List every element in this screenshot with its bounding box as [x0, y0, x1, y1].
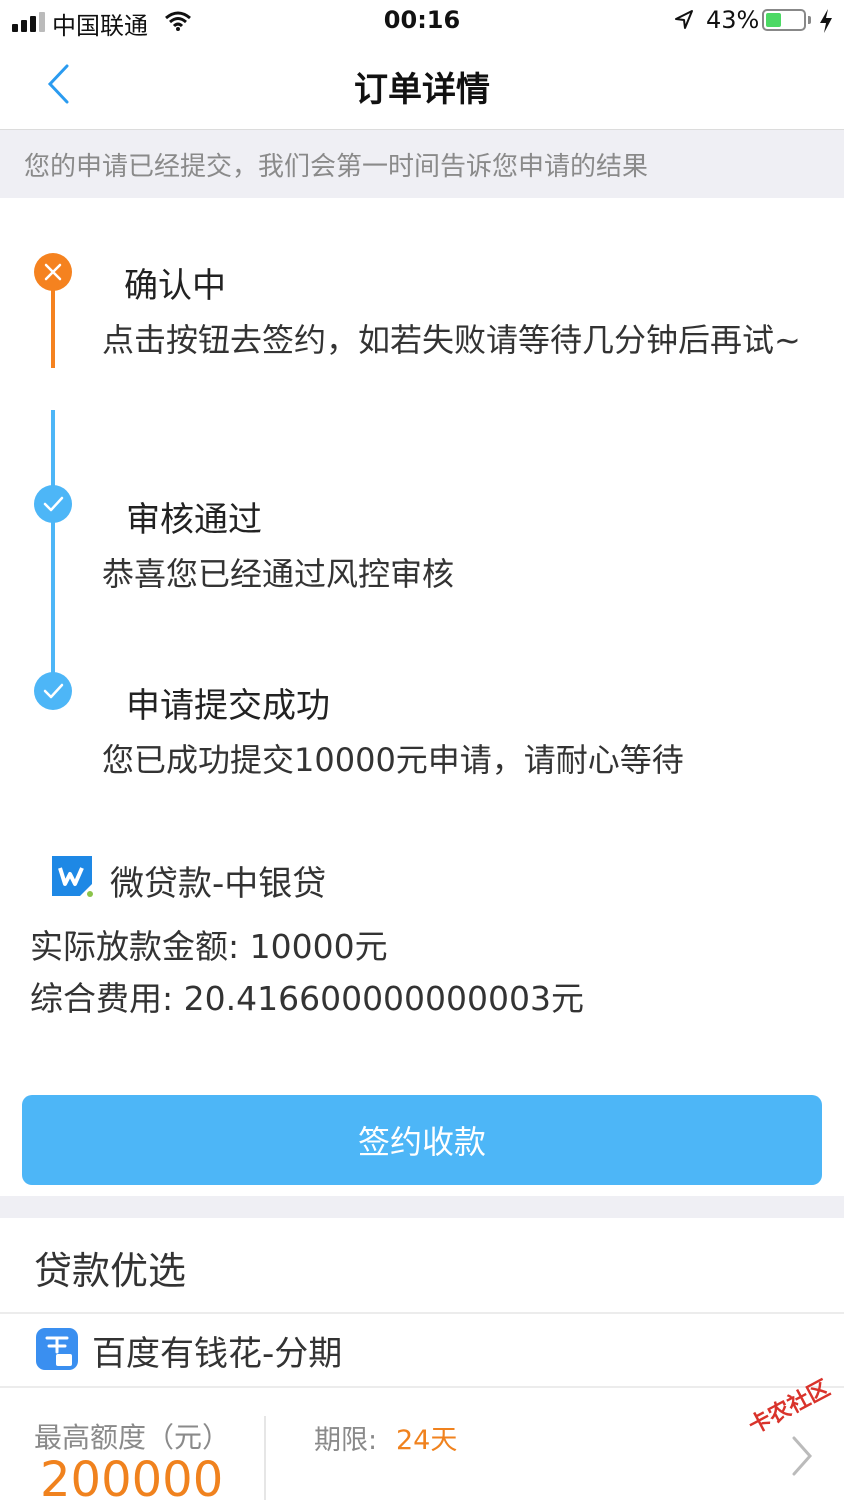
- term-label: 期限:: [314, 1425, 378, 1456]
- loan-name: 百度有钱花-分期: [92, 1334, 343, 1374]
- page-title: 订单详情: [354, 70, 490, 110]
- divider: [0, 1386, 844, 1388]
- location-arrow-icon: [675, 10, 693, 29]
- battery-cap: [808, 16, 811, 24]
- notice-text: 您的申请已经提交，我们会第一时间告诉您申请的结果: [24, 152, 649, 182]
- vertical-separator: [264, 1416, 266, 1500]
- step-desc: 点击按钮去签约，如若失败请等待几分钟后再试~: [102, 321, 801, 359]
- step-desc: 恭喜您已经通过风控审核: [102, 555, 455, 593]
- timeline-line-pending: [51, 290, 55, 368]
- step-status-pending-icon: [34, 253, 72, 291]
- term-value: 24天: [396, 1425, 458, 1456]
- product-name: 微贷款-中银贷: [110, 864, 327, 904]
- chevron-right-icon[interactable]: [786, 1432, 816, 1480]
- check-icon: [43, 683, 64, 699]
- step-title: 确认中: [124, 266, 226, 306]
- step-status-done-icon: [34, 672, 72, 710]
- step-status-done-icon: [34, 485, 72, 523]
- close-x-icon: [44, 263, 62, 281]
- step-title: 审核通过: [126, 500, 262, 540]
- step-desc: 您已成功提交10000元申请，请耐心等待: [102, 741, 684, 779]
- charging-bolt-icon: [820, 9, 832, 33]
- fee-line: 综合费用: 20.416600000000003元: [30, 979, 585, 1018]
- divider: [0, 1312, 844, 1314]
- timeline-line-done: [51, 410, 55, 688]
- baidu-youqianhua-logo-icon: [36, 1328, 78, 1370]
- step-title: 申请提交成功: [126, 686, 330, 726]
- nav-bar: 订单详情: [0, 44, 844, 130]
- section-gap: [0, 1196, 844, 1218]
- status-bar: 中国联通 00:16 43%: [0, 0, 844, 44]
- quota-label: 最高额度（元）: [34, 1421, 231, 1454]
- loan-amount-line: 实际放款金额: 10000元: [30, 927, 388, 966]
- sign-collect-button[interactable]: 签约收款: [22, 1095, 822, 1185]
- check-icon: [43, 496, 64, 512]
- loan-item-header[interactable]: 百度有钱花-分期: [0, 1316, 844, 1386]
- weidaikuan-logo-icon: [52, 856, 93, 897]
- section-title: 贷款优选: [34, 1249, 187, 1293]
- battery-level-fill: [766, 13, 781, 27]
- battery-percent: 43%: [706, 6, 760, 34]
- battery-icon: [762, 9, 806, 31]
- notice-banner: 您的申请已经提交，我们会第一时间告诉您申请的结果: [0, 130, 844, 198]
